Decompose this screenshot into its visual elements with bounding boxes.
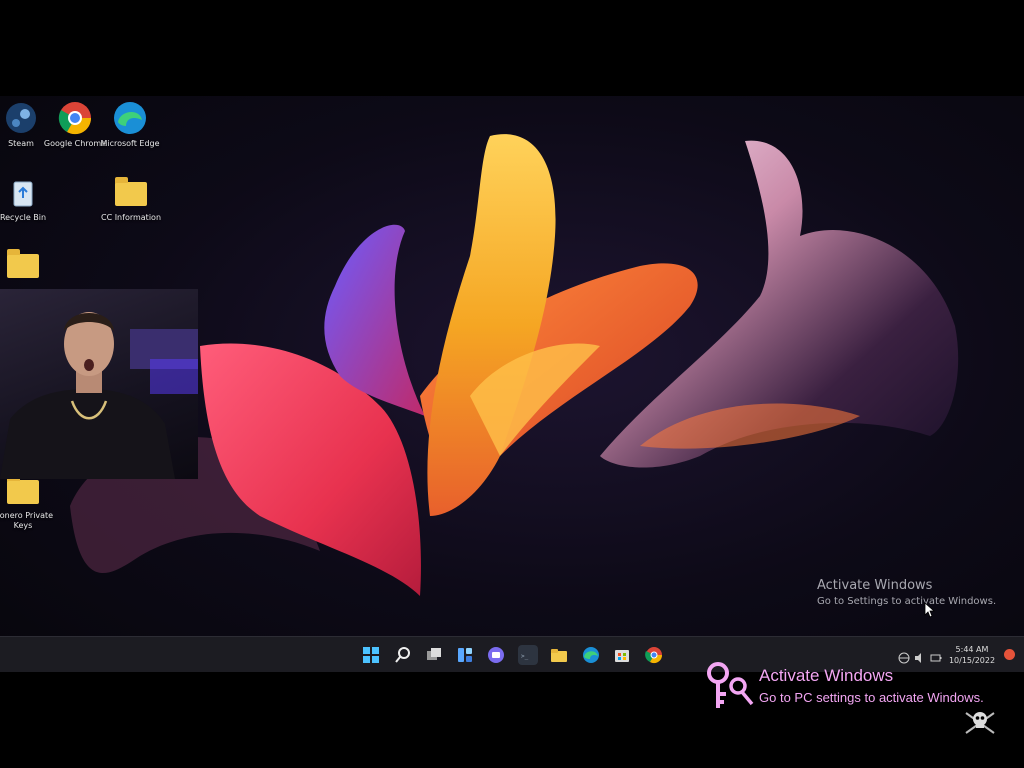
search-icon[interactable] [393, 645, 413, 665]
skull-crossbones-icon [965, 712, 995, 734]
edge-icon[interactable] [581, 645, 601, 665]
desktop-icon-label: CC Information [100, 213, 162, 222]
desktop-icon-recycle-bin[interactable]: Recycle Bin [0, 174, 58, 223]
terminal-icon[interactable]: >_ [518, 645, 538, 665]
widgets-icon[interactable] [455, 645, 475, 665]
desktop-icon-monero-private-keys[interactable]: Monero Private Keys [0, 472, 58, 531]
webcam-overlay [0, 289, 198, 479]
watermark-subtitle: Go to Settings to activate Windows. [817, 596, 997, 607]
teams-chat-icon[interactable] [486, 645, 506, 665]
svg-text:>_: >_ [521, 653, 529, 660]
activate-windows-watermark: Activate Windows Go to Settings to activ… [817, 578, 996, 607]
windows-start-icon[interactable] [361, 645, 381, 665]
folder-icon [113, 174, 149, 210]
file-explorer-icon[interactable] [549, 645, 569, 665]
clock-time: 5:44 AM [955, 645, 989, 654]
desktop-icon-label: Microsoft Edge [100, 139, 160, 148]
mouse-cursor-icon [924, 602, 936, 618]
overlay-title: Activate Windows [759, 666, 894, 685]
streamer-figure [0, 312, 198, 479]
key-icon [707, 662, 754, 708]
overlay-subtitle: Go to PC settings to activate Windows. [759, 690, 984, 705]
desktop-screen: Steam Google Chrome Microsoft Edge Recyc… [0, 96, 1024, 672]
desktop-icon-label: Recycle Bin [0, 213, 47, 222]
notification-badge[interactable] [1004, 649, 1015, 660]
chrome-icon[interactable] [644, 645, 664, 665]
steam-icon [3, 100, 39, 136]
desktop-icon-folder[interactable] [0, 246, 58, 285]
task-view-icon[interactable] [424, 645, 444, 665]
chrome-icon [57, 100, 93, 136]
recycle-bin-icon [5, 174, 41, 210]
desktop-icon-edge[interactable]: Microsoft Edge [95, 100, 165, 149]
desktop-icon-label: Monero Private Keys [0, 511, 54, 530]
store-icon[interactable] [612, 645, 632, 665]
folder-icon [5, 246, 41, 282]
edge-icon [112, 100, 148, 136]
watermark-title: Activate Windows [817, 578, 933, 593]
desktop-icon-cc-information[interactable]: CC Information [96, 174, 166, 223]
